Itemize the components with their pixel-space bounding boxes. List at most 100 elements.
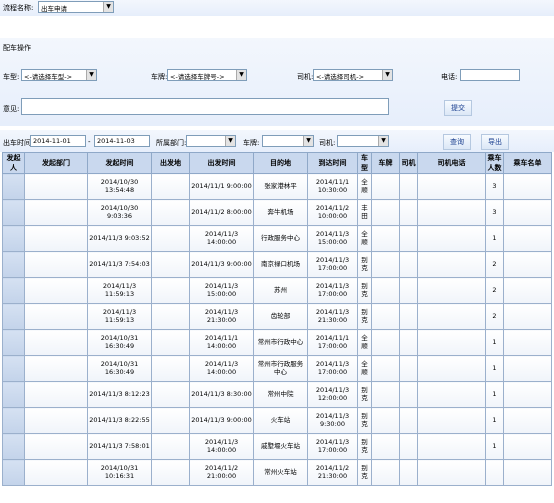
table-cell: 张家港林平 — [253, 173, 308, 200]
car-type-select[interactable]: <-请选择车型-> ▼ — [21, 69, 97, 81]
table-cell: 2014/11/3 11:59:13 — [87, 303, 152, 330]
table-cell — [2, 459, 25, 486]
table-row[interactable]: 2014/10/30 9:03:36 2014/11/2 8:00:00 奔牛机场 2… — [2, 199, 552, 226]
table-cell — [399, 225, 418, 252]
filter-plate-select[interactable]: ▼ — [262, 135, 314, 147]
table-cell: 2014/11/3 15:00:00 — [189, 277, 254, 304]
table-cell — [503, 173, 552, 200]
table-cell — [24, 225, 88, 252]
table-row[interactable]: 2014/11/3 7:54:03 2014/11/3 9:00:00 南京禄口机场… — [2, 251, 552, 278]
table-cell: 别克 — [357, 433, 372, 460]
table-cell — [2, 433, 25, 460]
table-cell: 2014/10/30 9:03:36 — [87, 199, 152, 226]
table-cell — [151, 407, 190, 434]
table-row[interactable]: 2014/11/3 8:22:55 2014/11/3 9:00:00 火车站 201… — [2, 407, 552, 434]
column-header[interactable]: 车牌 — [371, 152, 400, 174]
table-cell — [485, 459, 504, 486]
table-header-row: 发起人 发起部门 发起时间 出发地 出发时间 目的地 到达时间 车型 车牌 司机 司机电话 乘车人数乘… — [2, 152, 552, 174]
column-header[interactable]: 司机 — [399, 152, 418, 174]
plate-select[interactable]: <-请选择车牌号-> ▼ — [167, 69, 247, 81]
table-cell — [2, 329, 25, 356]
column-header[interactable]: 出发地 — [151, 152, 190, 174]
table-row[interactable]: 2014/11/3 8:12:23 2014/11/3 8:30:00 常州中院 20… — [2, 381, 552, 408]
table-cell — [417, 303, 486, 330]
column-header[interactable]: 出发时间 — [189, 152, 254, 174]
column-header[interactable]: 发起部门 — [24, 152, 88, 174]
opinion-input[interactable] — [21, 98, 389, 115]
table-cell — [151, 303, 190, 330]
table-row[interactable]: 2014/10/31 16:30:49 2014/11/3 14:00:00 常州市… — [2, 355, 552, 382]
table-cell: 2014/11/3 14:00:00 — [189, 225, 254, 252]
table-cell — [399, 433, 418, 460]
column-header[interactable]: 发起时间 — [87, 152, 152, 174]
table-row[interactable]: 2014/10/30 13:54:48 2014/11/1 9:00:00 张家港林… — [2, 173, 552, 200]
filter-driver-select[interactable]: ▼ — [337, 135, 389, 147]
column-header[interactable]: 车型 — [357, 152, 372, 174]
table-cell: 2014/11/3 8:12:23 — [87, 381, 152, 408]
chevron-down-icon: ▼ — [378, 136, 388, 146]
driver-select[interactable]: <-请选择司机-> ▼ — [313, 69, 393, 81]
chevron-down-icon: ▼ — [382, 70, 392, 80]
table-cell: 1 — [485, 381, 504, 408]
column-header[interactable]: 到达时间 — [307, 152, 358, 174]
query-button[interactable]: 查询 — [443, 134, 471, 150]
dept-select[interactable]: ▼ — [186, 135, 236, 147]
table-cell: 2014/11/3 14:00:00 — [189, 355, 254, 382]
table-cell — [24, 407, 88, 434]
table-cell: 2 — [485, 303, 504, 330]
table-cell — [2, 225, 25, 252]
table-cell — [151, 459, 190, 486]
table-cell — [503, 381, 552, 408]
table-cell: 2014/11/3 21:30:00 — [189, 303, 254, 330]
table-cell: 2014/11/3 17:00:00 — [307, 251, 358, 278]
table-row[interactable]: 2014/11/3 9:03:52 2014/11/3 14:00:00 行政服务中… — [2, 225, 552, 252]
column-header[interactable]: 目的地 — [253, 152, 308, 174]
column-header[interactable]: 发起人 — [2, 152, 25, 174]
table-cell — [399, 381, 418, 408]
table-cell: 别克 — [357, 407, 372, 434]
table-row[interactable]: 2014/11/3 11:59:13 2014/11/3 21:30:00 齿轮部 2… — [2, 303, 552, 330]
table-row[interactable]: 2014/10/31 16:30:49 2014/11/1 14:00:00 常州市… — [2, 329, 552, 356]
filter-driver-label: 司机: — [319, 139, 336, 147]
table-cell — [503, 277, 552, 304]
table-cell: 2014/11/3 15:00:00 — [307, 225, 358, 252]
table-cell — [24, 433, 88, 460]
dept-label: 所属部门: — [156, 139, 187, 147]
table-cell — [151, 433, 190, 460]
table-cell: 1 — [485, 407, 504, 434]
table-cell: 2014/11/1 17:00:00 — [307, 329, 358, 356]
table-row[interactable]: 2014/10/31 10:16:31 2014/11/2 21:00:00 常州火… — [2, 459, 552, 486]
table-cell: 1 — [485, 329, 504, 356]
table-cell — [24, 329, 88, 356]
table-row[interactable]: 2014/11/3 7:58:01 2014/11/3 14:00:00 戚墅堰火车… — [2, 433, 552, 460]
chevron-down-icon: ▼ — [86, 70, 96, 80]
table-cell — [417, 199, 486, 226]
process-select[interactable]: 出车申请 ▼ — [38, 1, 114, 13]
table-cell — [371, 199, 400, 226]
column-header[interactable]: 乘车人数 — [485, 152, 504, 174]
submit-button[interactable]: 提交 — [444, 100, 472, 116]
table-cell — [399, 303, 418, 330]
date-from-input[interactable]: 2014-11-01 — [30, 135, 86, 147]
table-cell: 全顺 — [357, 225, 372, 252]
table-cell — [417, 433, 486, 460]
table-cell — [503, 407, 552, 434]
table-cell: 2014/11/2 21:00:00 — [189, 459, 254, 486]
table-cell: 3 — [485, 199, 504, 226]
table-cell: 2014/11/1 14:00:00 — [189, 329, 254, 356]
table-cell: 2014/11/3 11:59:13 — [87, 277, 152, 304]
table-cell: 奔牛机场 — [253, 199, 308, 226]
table-cell: 1 — [485, 225, 504, 252]
table-cell: 齿轮部 — [253, 303, 308, 330]
date-to-input[interactable]: 2014-11-03 — [94, 135, 150, 147]
export-button[interactable]: 导出 — [481, 134, 509, 150]
table-cell — [2, 173, 25, 200]
table-cell — [371, 251, 400, 278]
time-label: 出车时间: — [3, 139, 34, 147]
table-row[interactable]: 2014/11/3 11:59:13 2014/11/3 15:00:00 苏州 20… — [2, 277, 552, 304]
table-cell — [503, 355, 552, 382]
column-header[interactable]: 司机电话 — [417, 152, 486, 174]
table-cell: 2014/11/3 17:00:00 — [307, 355, 358, 382]
phone-input[interactable] — [460, 69, 520, 81]
column-header[interactable]: 乘车名单 — [503, 152, 552, 174]
